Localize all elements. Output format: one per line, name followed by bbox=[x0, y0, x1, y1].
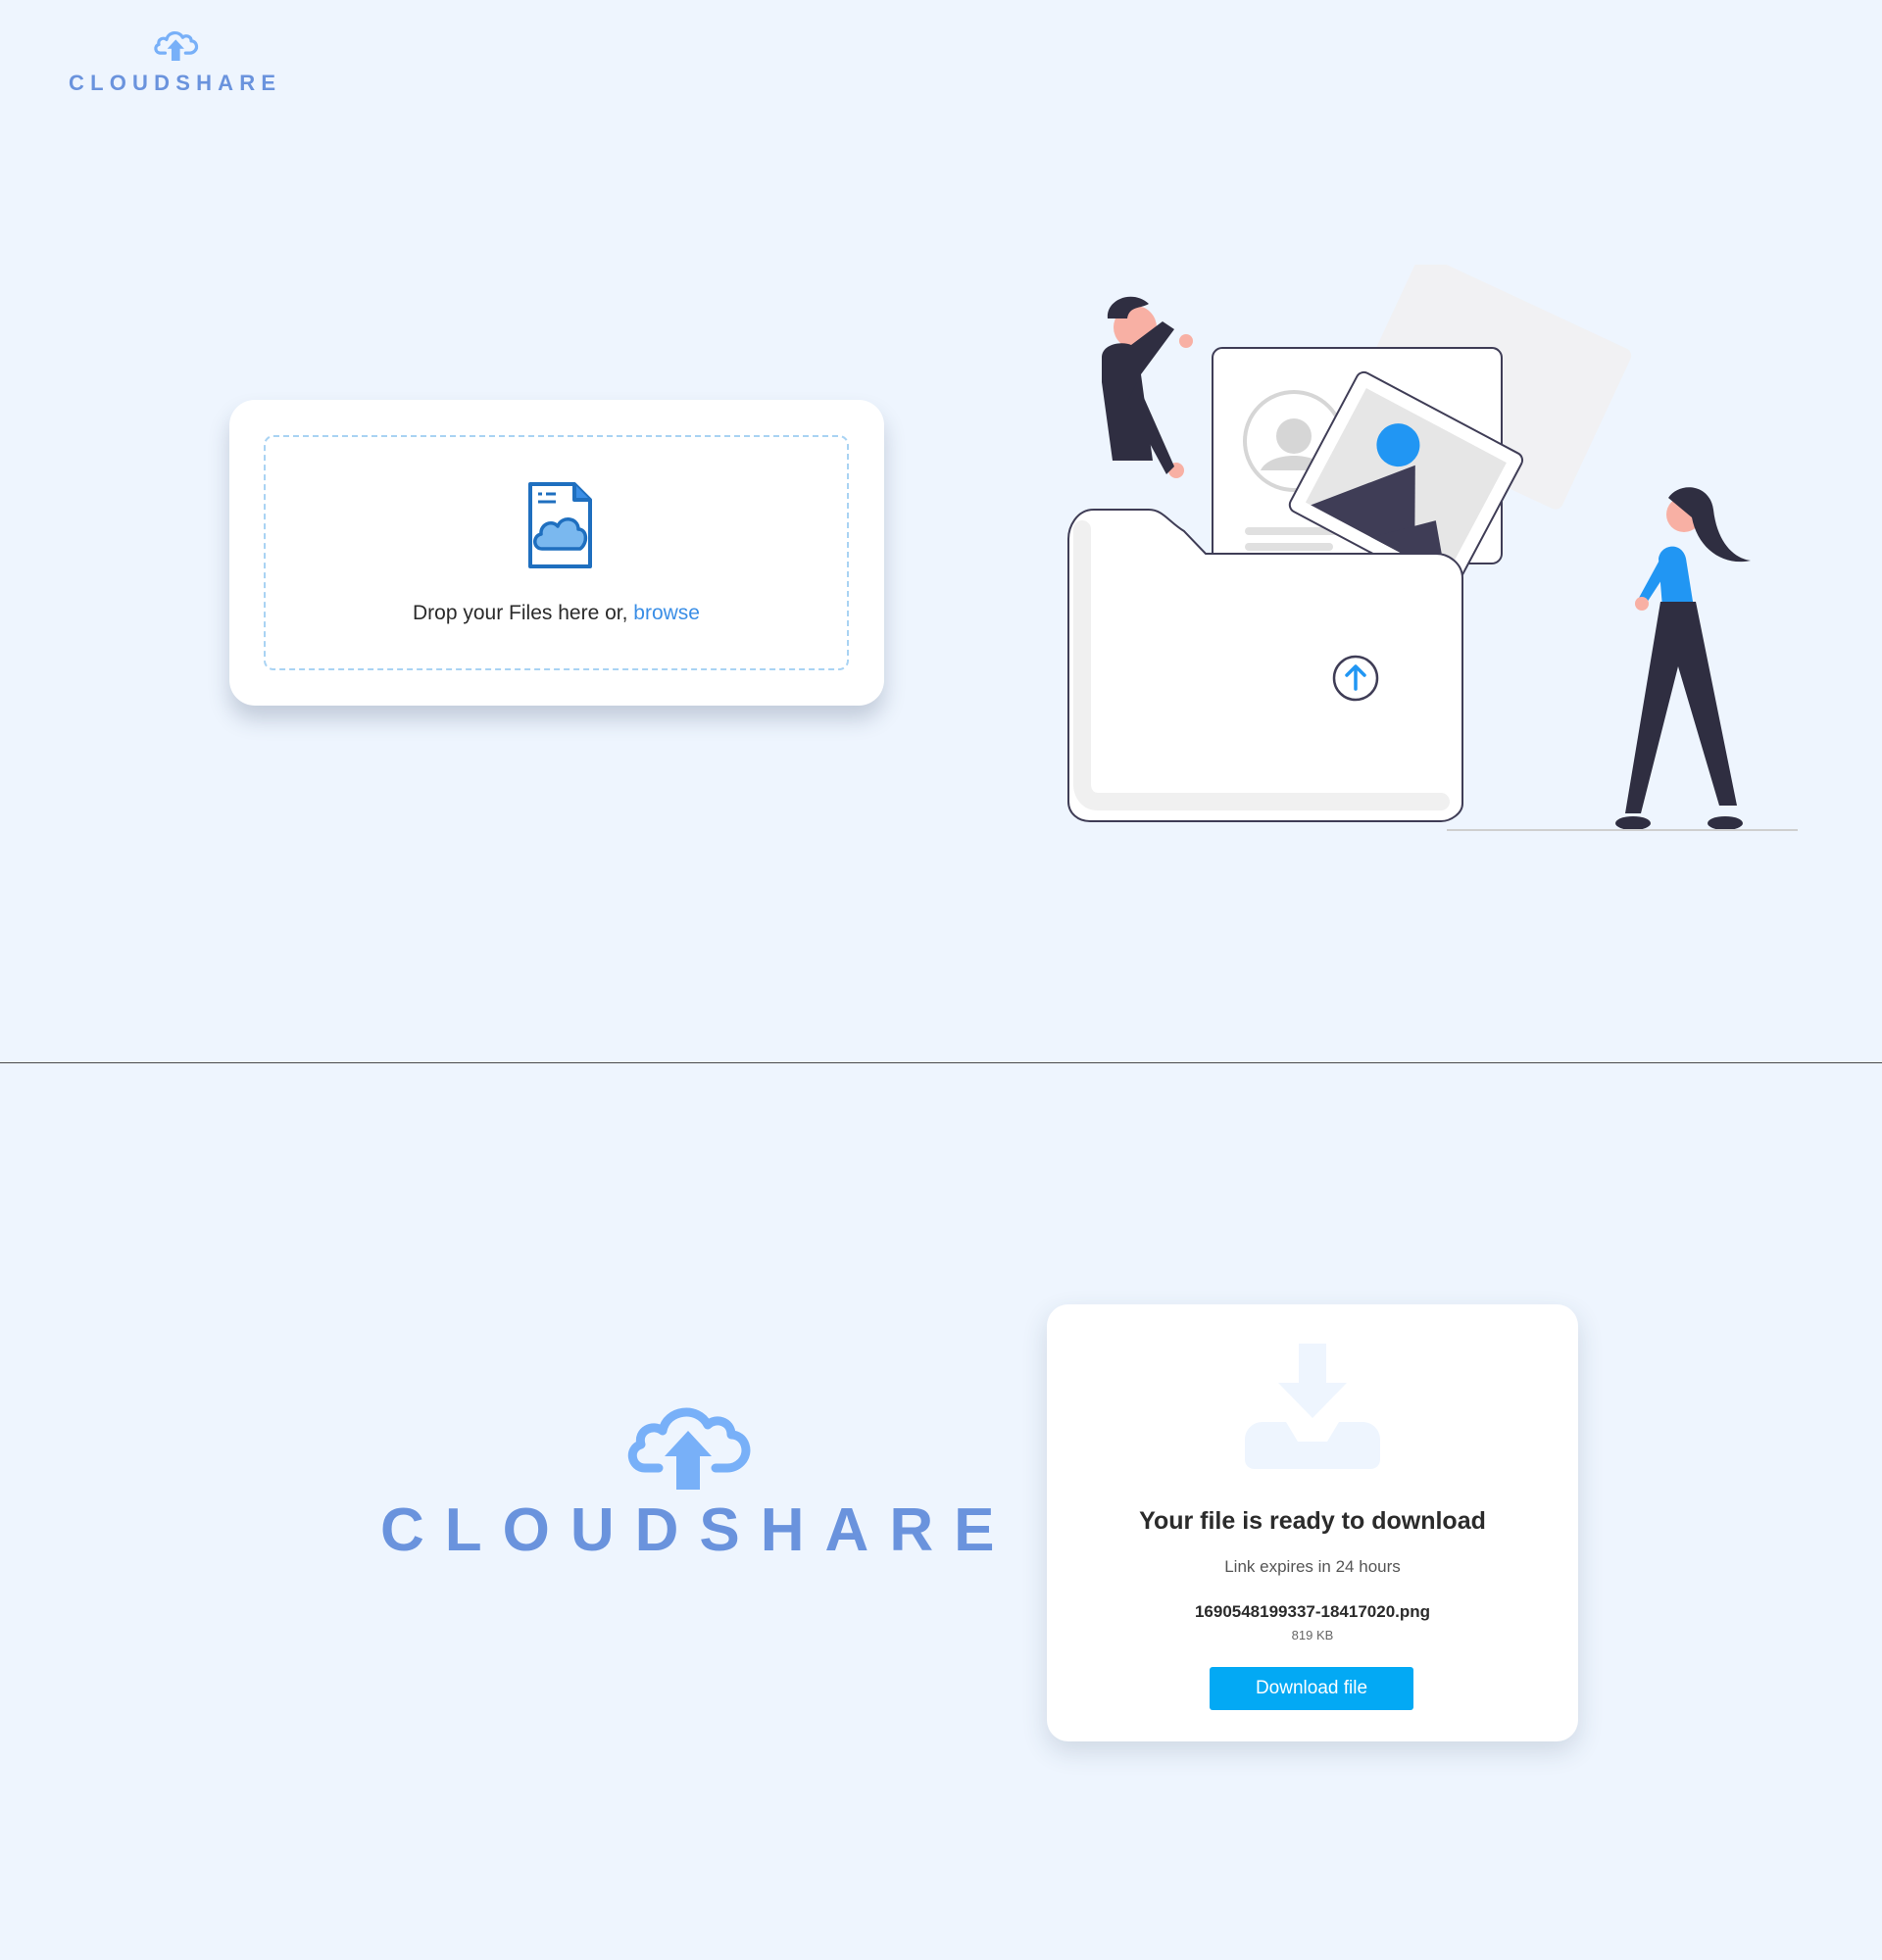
file-size: 819 KB bbox=[1291, 1628, 1334, 1642]
file-drop-zone[interactable]: Drop your Files here or, browse bbox=[264, 435, 849, 670]
link-expiry-text: Link expires in 24 hours bbox=[1224, 1557, 1401, 1576]
cloud-upload-icon bbox=[627, 1407, 751, 1490]
header-logo[interactable]: CLOUDSHARE bbox=[67, 25, 288, 95]
inbox-download-icon bbox=[1245, 1344, 1380, 1469]
file-cloud-icon bbox=[528, 482, 592, 568]
download-file-button[interactable]: Download file bbox=[1210, 1667, 1413, 1710]
drop-instructions: Drop your Files here or, browse bbox=[266, 602, 847, 625]
drop-text: Drop your Files here or, bbox=[413, 602, 634, 624]
file-name: 1690548199337-18417020.png bbox=[1194, 1602, 1431, 1621]
people-uploading-files-illustration bbox=[1067, 265, 1798, 831]
upload-page: CLOUDSHARE Drop your Files here or, brow… bbox=[0, 0, 1882, 1062]
download-title: Your file is ready to download bbox=[1139, 1507, 1486, 1535]
download-page: CLOUDSHARE Your file is ready to downloa… bbox=[0, 1063, 1882, 1960]
brand-logo-large: CLOUDSHARE bbox=[378, 1392, 1006, 1564]
upload-card: Drop your Files here or, browse bbox=[229, 400, 884, 706]
cloud-upload-icon bbox=[154, 31, 199, 61]
brand-wordmark: CLOUDSHARE bbox=[69, 71, 282, 95]
brand-wordmark-large: CLOUDSHARE bbox=[380, 1496, 1015, 1564]
browse-link[interactable]: browse bbox=[633, 602, 700, 624]
download-card: Your file is ready to download Link expi… bbox=[1047, 1304, 1578, 1741]
